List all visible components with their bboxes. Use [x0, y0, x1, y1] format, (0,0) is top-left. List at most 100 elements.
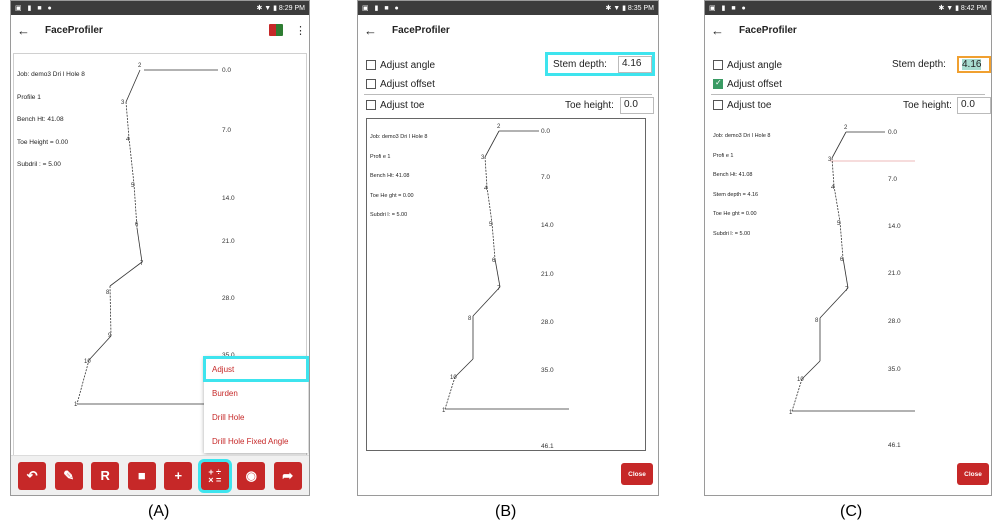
- notification-icons: ▣ ▮ ■ ●: [15, 5, 54, 12]
- face-profile-plot: 2 3 4 5 6 7 8 10 1: [442, 124, 569, 414]
- plus-icon[interactable]: +: [164, 461, 193, 490]
- adjust-toe-checkbox[interactable]: Adjust toe: [713, 97, 771, 113]
- face-segment: [791, 378, 803, 412]
- checkbox-icon[interactable]: [713, 60, 723, 70]
- camera-icon[interactable]: ◉: [237, 461, 266, 490]
- point-label: 10: [84, 359, 91, 365]
- more-options-icon[interactable]: ⋮: [295, 24, 306, 37]
- checkbox-label: Adjust angle: [727, 59, 783, 71]
- share-icon[interactable]: ➦: [273, 461, 302, 490]
- face-segment: [454, 358, 474, 378]
- checkbox-icon[interactable]: [366, 60, 376, 70]
- close-button[interactable]: Close: [621, 463, 653, 485]
- depth-label: 21.0: [541, 271, 554, 278]
- toe-height-input[interactable]: 0.0: [957, 97, 991, 114]
- checkbox-checked-icon[interactable]: [713, 78, 723, 89]
- depth-label: 35.0: [541, 367, 554, 374]
- point-label: 2: [138, 63, 142, 69]
- calculator-icon[interactable]: + ÷ × =: [197, 458, 232, 493]
- divider: [364, 94, 652, 95]
- checkbox-label: Adjust offset: [727, 78, 782, 90]
- point-label: 10: [797, 377, 804, 383]
- stem-depth-label: Stem depth:: [553, 59, 607, 70]
- trash-icon[interactable]: ■: [127, 461, 156, 490]
- caption-c: (C): [840, 503, 863, 520]
- checkbox-icon[interactable]: [366, 100, 376, 110]
- depth-label: 21.0: [888, 270, 901, 277]
- notification-icons: ▣ ▮ ■ ●: [709, 5, 748, 12]
- face-segment: [125, 69, 141, 103]
- bottom-toolbar: ↶ ✎ R ■ + + ÷ × = ◉ ➦: [11, 455, 309, 495]
- face-segment: [491, 222, 496, 260]
- depth-label: 0.0: [541, 128, 551, 135]
- profile-canvas[interactable]: Job: demo3 Dri l Hole 8 Profi e 1 Bench …: [710, 118, 990, 451]
- depth-label: 0.0: [888, 129, 898, 136]
- depth-label: 28.0: [541, 319, 554, 326]
- face-segment: [833, 185, 841, 223]
- point-label: 3: [481, 155, 485, 161]
- face-segment: [819, 287, 849, 319]
- back-arrow-icon[interactable]: ←: [17, 23, 35, 38]
- point-label: 3: [828, 157, 832, 163]
- app-title: FaceProfiler: [45, 24, 103, 36]
- stem-depth-value: 4.16: [962, 59, 982, 70]
- close-button[interactable]: Close: [957, 463, 989, 485]
- popup-menu: Adjust Burden Drill Hole Drill Hole Fixe…: [203, 356, 309, 453]
- adjust-toe-checkbox[interactable]: Adjust toe: [366, 97, 424, 113]
- status-bar: ▣ ▮ ■ ● ✱ ▼ ▮ 8:35 PM: [358, 1, 658, 15]
- app-bar: ← FaceProfiler ⋮: [11, 15, 309, 45]
- point-label: 8: [106, 290, 110, 296]
- point-label: 3: [121, 100, 125, 106]
- flag-icon[interactable]: [269, 24, 283, 36]
- point-label: 8: [815, 318, 819, 324]
- app-title: FaceProfiler: [392, 24, 450, 36]
- divider: [711, 94, 985, 95]
- profile-canvas[interactable]: Job: demo3 Dri l Hole 8 Profi e 1 Bench …: [366, 118, 646, 451]
- checkbox-label: Adjust toe: [380, 99, 425, 111]
- depth-label: 46.1: [888, 442, 901, 449]
- depth-label: 14.0: [222, 195, 235, 202]
- back-arrow-icon[interactable]: ←: [364, 23, 382, 38]
- depth-label: 28.0: [888, 318, 901, 325]
- menu-item-drill-hole-fixed-angle[interactable]: Drill Hole Fixed Angle: [204, 429, 308, 453]
- pencil-icon[interactable]: ✎: [54, 461, 83, 490]
- r-button[interactable]: R: [91, 461, 120, 490]
- face-segment: [842, 257, 849, 289]
- toe-height-input[interactable]: 0.0: [620, 97, 654, 114]
- status-time-group: ✱ ▼ ▮ 8:42 PM: [938, 5, 987, 12]
- point-label: 7: [140, 261, 144, 267]
- app-bar: ← FaceProfiler: [358, 15, 658, 45]
- point-label: 1: [74, 402, 78, 408]
- adjust-angle-checkbox[interactable]: Adjust angle: [366, 57, 435, 73]
- face-segment: [484, 156, 488, 188]
- app-title: FaceProfiler: [739, 24, 797, 36]
- face-segment: [125, 101, 130, 139]
- depth-label: 7.0: [541, 174, 551, 181]
- depth-label: 14.0: [888, 223, 901, 230]
- adjust-angle-checkbox[interactable]: Adjust angle: [713, 57, 782, 73]
- back-arrow-icon[interactable]: ←: [711, 23, 729, 38]
- stem-depth-input[interactable]: 4.16: [618, 56, 652, 73]
- face-segment: [76, 359, 90, 405]
- face-segment: [801, 360, 821, 380]
- adjust-offset-checkbox[interactable]: Adjust offset: [366, 76, 435, 92]
- status-time: 8:29 PM: [278, 5, 305, 12]
- stem-depth-input[interactable]: 4.16: [957, 56, 991, 73]
- checkbox-icon[interactable]: [366, 79, 376, 89]
- status-bar: ▣ ▮ ■ ● ✱ ▼ ▮ 8:42 PM: [705, 1, 991, 15]
- depth-label: 35.0: [888, 366, 901, 373]
- face-profile-plot: 2 3 4 5 6 7 8 10 1: [789, 125, 915, 416]
- face-segment: [128, 137, 135, 185]
- adjust-offset-checkbox[interactable]: Adjust offset: [713, 76, 782, 92]
- point-label: 10: [450, 375, 457, 381]
- undo-icon[interactable]: ↶: [18, 461, 47, 490]
- point-label: 7: [497, 286, 501, 292]
- menu-item-drill-hole[interactable]: Drill Hole: [204, 405, 308, 429]
- screen-b: ▣ ▮ ■ ● ✱ ▼ ▮ 8:35 PM ← FaceProfiler Adj…: [357, 0, 659, 496]
- depth-label: 0.0: [222, 67, 232, 74]
- point-label: 9: [108, 333, 112, 339]
- point-label: 6: [135, 222, 139, 228]
- menu-item-adjust[interactable]: Adjust: [203, 356, 309, 382]
- checkbox-icon[interactable]: [713, 100, 723, 110]
- menu-item-burden[interactable]: Burden: [204, 381, 308, 405]
